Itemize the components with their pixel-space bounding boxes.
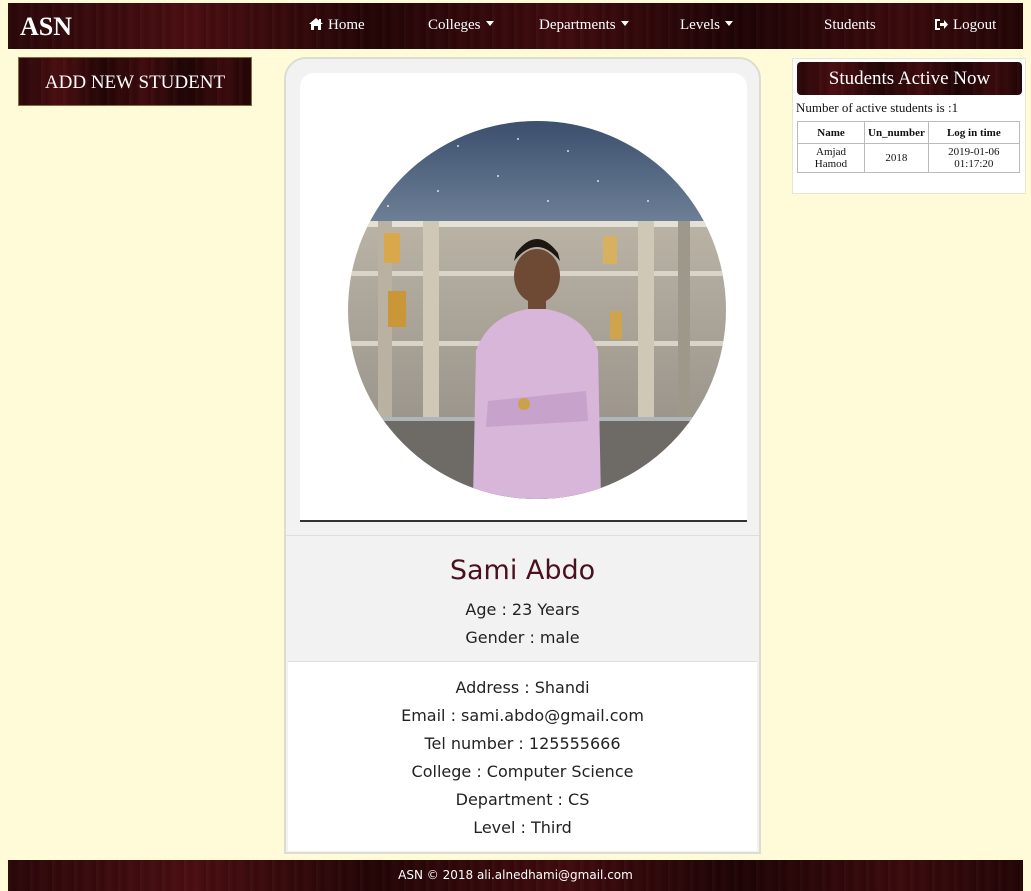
detail-college: College : Computer Science bbox=[411, 762, 634, 781]
nav-students[interactable]: Students bbox=[824, 17, 876, 34]
footer: ASN © 2018 ali.alnedhami@gmail.com bbox=[8, 860, 1023, 891]
student-name: Sami Abdo bbox=[449, 555, 596, 586]
caret-down-icon bbox=[724, 21, 733, 27]
active-students-count: Number of active students is :1 bbox=[796, 100, 959, 115]
nav-logout[interactable]: Logout bbox=[934, 17, 996, 34]
student-details: Address : Shandi Email : sami.abdo@gmail… bbox=[288, 661, 757, 851]
student-gender: Gender : male bbox=[465, 628, 580, 647]
photo-panel bbox=[300, 73, 747, 522]
footer-text: ASN © 2018 ali.alnedhami@gmail.com bbox=[398, 868, 633, 882]
active-students-panel: Students Active Now Number of active stu… bbox=[792, 58, 1026, 194]
cell-login-clock: 01:17:20 bbox=[954, 158, 994, 170]
nav-home-label: Home bbox=[328, 17, 365, 33]
cell-login-time: 2019-01-06 01:17:20 bbox=[927, 143, 1020, 173]
active-students-title: Students Active Now bbox=[797, 62, 1022, 95]
top-navbar: ASN Home Colleges Departments Levels Stu… bbox=[8, 3, 1023, 49]
nav-departments-label: Departments bbox=[539, 17, 616, 33]
logout-icon bbox=[935, 19, 948, 30]
column-header-name: Name bbox=[797, 121, 865, 144]
student-age: Age : 23 Years bbox=[465, 600, 580, 619]
detail-address: Address : Shandi bbox=[455, 678, 590, 697]
card-divider bbox=[286, 535, 759, 536]
caret-down-icon bbox=[485, 21, 494, 27]
nav-students-label: Students bbox=[824, 17, 876, 33]
cell-un-number: 2018 bbox=[864, 143, 929, 173]
detail-email: Email : sami.abdo@gmail.com bbox=[401, 706, 644, 725]
add-new-student-button[interactable]: ADD NEW STUDENT bbox=[18, 57, 252, 106]
table-row: Amjad Hamod 2018 2019-01-06 01:17:20 bbox=[797, 143, 1020, 173]
detail-tel: Tel number : 125555666 bbox=[424, 734, 621, 753]
student-profile-card: Sami Abdo Age : 23 Years Gender : male A… bbox=[284, 57, 761, 854]
column-header-un-number: Un_number bbox=[864, 121, 929, 144]
table-header-row: Name Un_number Log in time bbox=[797, 121, 1020, 144]
cell-name: Amjad Hamod bbox=[797, 143, 865, 173]
cell-login-date: 2019-01-06 bbox=[948, 146, 1000, 158]
brand-logo[interactable]: ASN bbox=[20, 12, 72, 42]
detail-level: Level : Third bbox=[473, 818, 572, 837]
caret-down-icon bbox=[620, 21, 629, 27]
nav-colleges[interactable]: Colleges bbox=[428, 17, 494, 34]
home-icon bbox=[309, 18, 323, 30]
nav-logout-label: Logout bbox=[953, 17, 997, 33]
student-photo bbox=[348, 121, 726, 499]
nav-departments[interactable]: Departments bbox=[539, 17, 629, 34]
detail-department: Department : CS bbox=[455, 790, 590, 809]
nav-levels-label: Levels bbox=[680, 17, 720, 33]
cell-name-first: Amjad bbox=[816, 146, 846, 158]
nav-home[interactable]: Home bbox=[308, 17, 365, 34]
column-header-login-time: Log in time bbox=[927, 121, 1020, 144]
active-students-table: Name Un_number Log in time Amjad Hamod 2… bbox=[797, 121, 1020, 173]
cell-name-last: Hamod bbox=[814, 158, 848, 170]
nav-levels[interactable]: Levels bbox=[680, 17, 733, 34]
nav-colleges-label: Colleges bbox=[428, 17, 481, 33]
